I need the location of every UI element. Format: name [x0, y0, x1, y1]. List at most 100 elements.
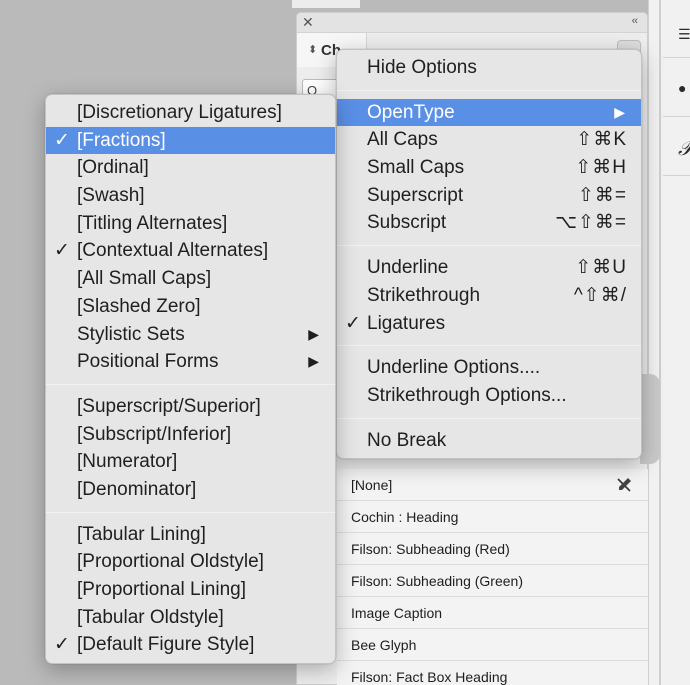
menu-item-label: Superscript [367, 184, 464, 206]
menu-item-label: [Numerator] [77, 451, 178, 473]
menu-item-stylistic-sets[interactable]: Stylistic Sets ▶ [46, 321, 335, 349]
submenu-arrow-icon: ▶ [308, 325, 319, 342]
menu-separator [337, 89, 641, 91]
menu-item-label: Positional Forms [77, 351, 219, 373]
menu-item-swash[interactable]: [Swash] [46, 182, 335, 210]
menu-item-label: Ligatures [367, 312, 446, 334]
style-label: Image Caption [351, 605, 443, 621]
keyboard-shortcut: ⌥⇧⌘= [555, 212, 627, 234]
clear-overrides-icon[interactable] [614, 475, 634, 495]
style-label: Bee Glyph [351, 637, 417, 653]
style-row[interactable]: Image Caption [337, 597, 648, 629]
menu-item-label: Stylistic Sets [77, 323, 185, 345]
menu-item-underline-options[interactable]: Underline Options.... [337, 354, 641, 382]
character-styles-list: [None] Cochin : Heading Filson: Subheadi… [337, 469, 648, 685]
menu-item-numerator[interactable]: [Numerator] [46, 448, 335, 476]
submenu-arrow-icon: ▶ [308, 353, 319, 370]
style-row[interactable]: Bee Glyph [337, 629, 648, 661]
menu-item-label: [Proportional Oldstyle] [77, 551, 264, 573]
menu-item-label: [Superscript/Superior] [77, 395, 261, 417]
keyboard-shortcut: ^⇧⌘/ [573, 284, 627, 306]
menu-item-label: No Break [367, 429, 447, 451]
menu-separator [46, 383, 335, 385]
menu-item-proportional-lining[interactable]: [Proportional Lining] [46, 576, 335, 604]
keyboard-shortcut: ⇧⌘= [577, 184, 627, 206]
menu-item-subscript-inferior[interactable]: [Subscript/Inferior] [46, 421, 335, 449]
opentype-submenu: [Discretionary Ligatures] ✓ [Fractions] [Or… [45, 94, 336, 665]
style-label: Filson: Subheading (Green) [351, 573, 523, 589]
style-row[interactable]: Filson: Subheading (Green) [337, 565, 648, 597]
menu-item-label: [Tabular Lining] [77, 523, 206, 545]
style-row[interactable]: Cochin : Heading [337, 501, 648, 533]
submenu-arrow-icon: ▶ [614, 103, 625, 120]
menu-item-label: [Discretionary Ligatures] [77, 102, 282, 123]
menu-item-underline[interactable]: Underline ⇧⌘U [337, 254, 641, 282]
menu-item-default-figure-style[interactable]: ✓ [Default Figure Style] [46, 631, 335, 659]
menu-item-label: Strikethrough [367, 284, 481, 306]
menu-item-label: Hide Options [367, 57, 477, 78]
top-panel-edge [292, 0, 360, 8]
updown-chevron-icon: ⬍ [308, 44, 318, 56]
keyboard-shortcut: ⇧⌘H [575, 157, 627, 179]
menu-item-superscript[interactable]: Superscript ⇧⌘= [337, 182, 641, 210]
style-label: [None] [351, 477, 393, 493]
menu-item-discretionary-ligatures[interactable]: [Discretionary Ligatures] [46, 99, 335, 127]
menu-item-label: OpenType [367, 101, 455, 123]
menu-item-all-caps[interactable]: All Caps ⇧⌘K [337, 126, 641, 154]
menu-item-ordinal[interactable]: [Ordinal] [46, 154, 335, 182]
menu-item-denominator[interactable]: [Denominator] [46, 476, 335, 504]
menu-item-label: [All Small Caps] [77, 268, 212, 290]
menu-item-titling-alternates[interactable]: [Titling Alternates] [46, 210, 335, 238]
menu-item-all-small-caps[interactable]: [All Small Caps] [46, 265, 335, 293]
menu-item-proportional-oldstyle[interactable]: [Proportional Oldstyle] [46, 548, 335, 576]
style-row[interactable]: Filson: Subheading (Red) [337, 533, 648, 565]
menu-item-label: [Subscript/Inferior] [77, 423, 232, 445]
menu-item-strikethrough-options[interactable]: Strikethrough Options... [337, 382, 641, 410]
panel-header: ✕ ‹‹ [297, 13, 647, 33]
checkmark-icon: ✓ [54, 240, 70, 262]
menu-item-subscript[interactable]: Subscript ⌥⇧⌘= [337, 209, 641, 237]
menu-item-tabular-oldstyle[interactable]: [Tabular Oldstyle] [46, 604, 335, 632]
style-label: Filson: Fact Box Heading [351, 669, 508, 685]
collapse-icon[interactable]: ‹‹ [632, 15, 638, 27]
menu-item-label: Underline [367, 257, 449, 279]
menu-item-label: Underline Options.... [367, 357, 541, 379]
menu-item-superscript-superior[interactable]: [Superscript/Superior] [46, 393, 335, 421]
menu-item-label: Strikethrough Options... [367, 384, 567, 406]
paragraph-align-icon[interactable]: ☰ [678, 26, 690, 43]
menu-item-label: [Proportional Lining] [77, 579, 246, 600]
menu-item-contextual-alternates[interactable]: ✓ [Contextual Alternates] [46, 237, 335, 265]
style-label: Cochin : Heading [351, 509, 459, 525]
checkmark-icon: ✓ [54, 129, 70, 151]
menu-item-slashed-zero[interactable]: [Slashed Zero] [46, 293, 335, 321]
script-glyph-icon[interactable]: 𝒫 [678, 138, 690, 161]
menu-item-label: All Caps [367, 129, 438, 151]
menu-item-tabular-lining[interactable]: [Tabular Lining] [46, 521, 335, 549]
checkmark-icon: ✓ [54, 634, 70, 656]
keyboard-shortcut: ⇧⌘U [575, 257, 627, 279]
menu-item-label: [Titling Alternates] [77, 212, 228, 234]
menu-item-ligatures[interactable]: ✓ Ligatures [337, 310, 641, 338]
menu-item-label: [Default Figure Style] [77, 634, 255, 656]
menu-item-label: [Fractions] [77, 129, 166, 151]
menu-item-small-caps[interactable]: Small Caps ⇧⌘H [337, 154, 641, 182]
close-icon[interactable]: ✕ [302, 14, 314, 31]
menu-separator [337, 245, 641, 247]
panel-options-menu: Hide Options OpenType ▶ All Caps ⇧⌘K Small Ca… [336, 49, 642, 460]
menu-item-strikethrough[interactable]: Strikethrough ^⇧⌘/ [337, 282, 641, 310]
menu-item-hide-options[interactable]: Hide Options [337, 54, 641, 82]
menu-item-label: [Swash] [77, 185, 145, 207]
menu-item-label: Subscript [367, 212, 447, 234]
scrollbar-thumb[interactable] [640, 374, 660, 464]
style-label: Filson: Subheading (Red) [351, 541, 510, 557]
style-row[interactable]: Filson: Fact Box Heading [337, 661, 648, 685]
menu-item-label: [Slashed Zero] [77, 295, 201, 317]
menu-item-opentype[interactable]: OpenType ▶ [337, 98, 641, 127]
menu-item-label: [Denominator] [77, 478, 197, 500]
menu-item-label: [Tabular Oldstyle] [77, 606, 224, 628]
style-row[interactable]: [None] [337, 469, 648, 501]
menu-item-positional-forms[interactable]: Positional Forms ▶ [46, 348, 335, 376]
menu-item-fractions[interactable]: ✓ [Fractions] [46, 126, 335, 155]
menu-item-no-break[interactable]: No Break [337, 427, 641, 455]
dot-icon[interactable]: ● [678, 80, 686, 96]
